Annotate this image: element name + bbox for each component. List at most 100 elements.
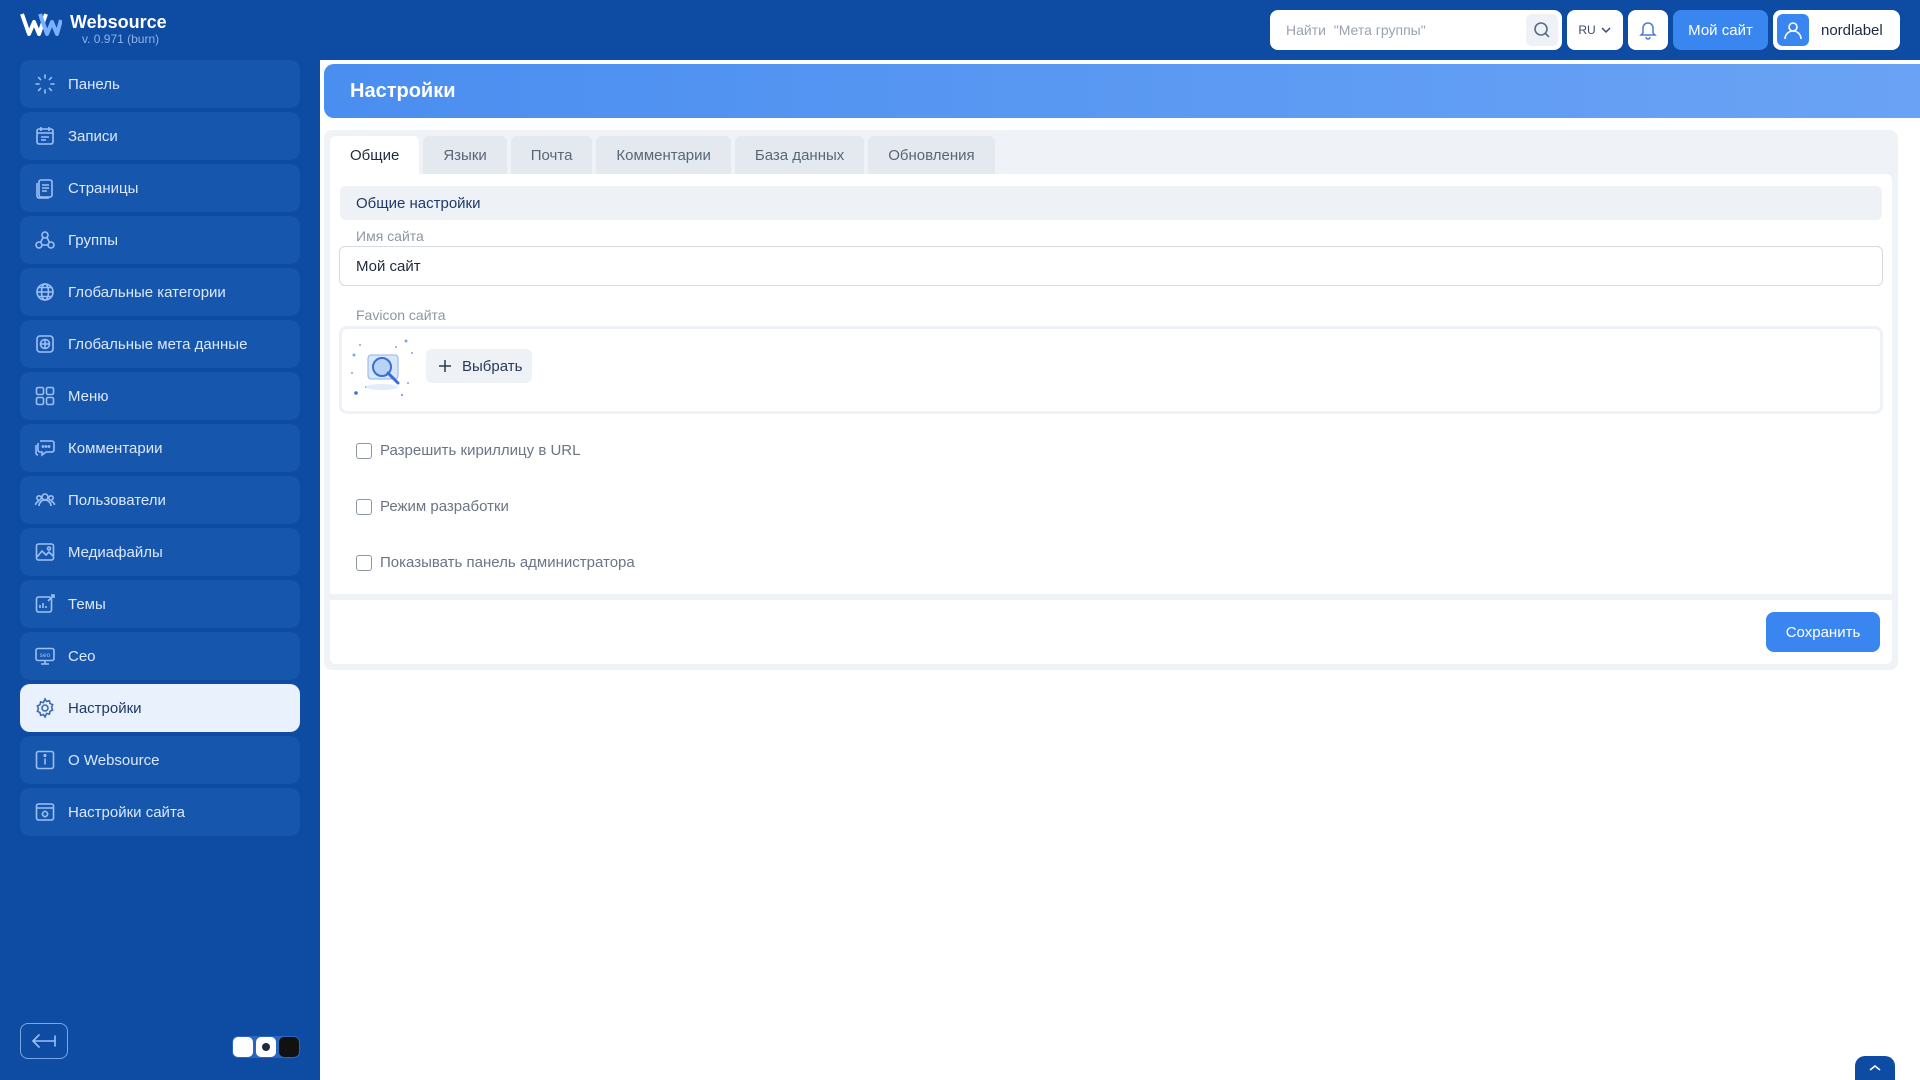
- pages-icon: [34, 177, 56, 199]
- user-menu[interactable]: nordlabel: [1773, 10, 1900, 50]
- sidebar-item-label: Настройки: [68, 699, 142, 717]
- sidebar-item-label: Темы: [68, 595, 106, 613]
- theme-light-option[interactable]: [233, 1037, 253, 1057]
- language-value: RU: [1578, 23, 1596, 37]
- sidebar-item-global-categories[interactable]: Глобальные категории: [20, 268, 300, 316]
- my-site-label: Мой сайт: [1688, 21, 1753, 39]
- tab-general[interactable]: Общие: [330, 136, 420, 174]
- checkbox-label: Режим разработки: [380, 498, 509, 515]
- posts-icon: [34, 125, 56, 147]
- tab-mail[interactable]: Почта: [510, 136, 593, 174]
- sidebar-item-about[interactable]: О Websource: [20, 736, 300, 784]
- global-categories-icon: [34, 281, 56, 303]
- sidebar-item-label: Группы: [68, 231, 118, 249]
- notifications-button[interactable]: [1628, 10, 1668, 50]
- sidebar-item-label: Сео: [68, 647, 96, 665]
- info-icon: [34, 749, 56, 771]
- my-site-button[interactable]: Мой сайт: [1673, 10, 1768, 50]
- scroll-to-top-button[interactable]: [1855, 1056, 1895, 1080]
- form-footer: Сохранить: [330, 600, 1892, 664]
- sidebar-item-label: Комментарии: [68, 439, 163, 457]
- avatar: [1777, 14, 1809, 46]
- checkbox-row-dev-mode[interactable]: Режим разработки: [356, 498, 509, 515]
- chevron-down-icon: [1601, 27, 1611, 34]
- language-select[interactable]: RU: [1567, 10, 1623, 50]
- sidebar-item-themes[interactable]: Темы: [20, 580, 300, 628]
- seo-icon: seo: [34, 645, 56, 667]
- choose-label: Выбрать: [462, 357, 523, 375]
- general-settings-panel: Общие настройки Имя сайта Мой сайт Favic…: [330, 174, 1892, 594]
- favicon-field: Выбрать: [339, 326, 1883, 414]
- save-button[interactable]: Сохранить: [1766, 612, 1880, 652]
- logo-text: Websource v. 0.971 (burn): [70, 12, 167, 46]
- sidebar-nav: Панель Записи Страницы Группы Глобальные…: [20, 60, 300, 840]
- sidebar-item-seo[interactable]: seo Сео: [20, 632, 300, 680]
- theme-auto-option[interactable]: [256, 1037, 276, 1057]
- users-icon: [34, 489, 56, 511]
- chevron-up-icon: [1869, 1065, 1881, 1071]
- global-meta-icon: [34, 333, 56, 355]
- tab-comments[interactable]: Комментарии: [596, 136, 731, 174]
- arrow-left-icon: [31, 1034, 56, 1048]
- dashboard-icon: [34, 73, 56, 95]
- checkbox-row-admin-bar[interactable]: Показывать панель администратора: [356, 554, 635, 571]
- sidebar-item-dashboard[interactable]: Панель: [20, 60, 300, 108]
- search-input[interactable]: [1286, 22, 1516, 38]
- bell-icon: [1639, 22, 1657, 40]
- theme-dark-option[interactable]: [279, 1037, 299, 1057]
- theme-switcher[interactable]: [232, 1036, 300, 1058]
- search-box: [1270, 10, 1562, 50]
- checkbox-dev-mode[interactable]: [356, 498, 372, 515]
- sidebar-item-media[interactable]: Медиафайлы: [20, 528, 300, 576]
- collapse-sidebar-button[interactable]: [20, 1023, 68, 1059]
- sidebar-item-settings[interactable]: Настройки: [20, 684, 300, 732]
- sidebar-item-label: Настройки сайта: [68, 803, 185, 821]
- site-name-input[interactable]: Мой сайт: [339, 246, 1883, 286]
- sidebar-item-label: Меню: [68, 387, 109, 405]
- tab-database[interactable]: База данных: [734, 136, 865, 174]
- logo[interactable]: Websource v. 0.971 (burn): [20, 12, 167, 46]
- checkbox-row-cyrillic[interactable]: Разрешить кириллицу в URL: [356, 442, 580, 459]
- selected-dot-icon: [262, 1043, 270, 1051]
- search-button[interactable]: [1526, 14, 1558, 46]
- sidebar-item-label: Глобальные категории: [68, 283, 226, 301]
- sidebar-item-label: О Websource: [68, 751, 160, 769]
- username: nordlabel: [1821, 21, 1883, 39]
- section-title: Общие настройки: [340, 186, 1882, 220]
- tab-updates[interactable]: Обновления: [868, 136, 995, 174]
- favicon-label: Favicon сайта: [356, 307, 446, 323]
- sidebar-item-label: Глобальные мета данные: [68, 335, 248, 353]
- tab-languages[interactable]: Языки: [423, 136, 507, 174]
- app-root: Websource v. 0.971 (burn) Панель Записи …: [0, 0, 1920, 1080]
- sidebar-item-label: Записи: [68, 127, 118, 145]
- sidebar-item-posts[interactable]: Записи: [20, 112, 300, 160]
- sidebar-item-label: Медиафайлы: [68, 543, 163, 561]
- sidebar-item-pages[interactable]: Страницы: [20, 164, 300, 212]
- search-icon: [1534, 22, 1550, 38]
- sidebar-item-label: Пользователи: [68, 491, 166, 509]
- site-settings-icon: [34, 801, 56, 823]
- settings-card: Общие Языки Почта Комментарии База данны…: [324, 130, 1898, 670]
- favicon-preview-image: [351, 339, 413, 397]
- app-name: Websource: [70, 12, 167, 32]
- checkbox-label: Разрешить кириллицу в URL: [380, 442, 581, 459]
- settings-tabs: Общие Языки Почта Комментарии База данны…: [330, 136, 999, 174]
- sidebar-item-comments[interactable]: Комментарии: [20, 424, 300, 472]
- menu-grid-icon: [34, 385, 56, 407]
- main-content: Настройки Общие Языки Почта Комментарии …: [320, 60, 1920, 1080]
- svg-text:seo: seo: [40, 652, 51, 659]
- sidebar-item-site-settings[interactable]: Настройки сайта: [20, 788, 300, 836]
- checkbox-cyrillic-url[interactable]: [356, 442, 372, 459]
- sidebar-item-global-meta[interactable]: Глобальные мета данные: [20, 320, 300, 368]
- choose-favicon-button[interactable]: Выбрать: [426, 349, 532, 383]
- groups-icon: [34, 229, 56, 251]
- sidebar-item-menu[interactable]: Меню: [20, 372, 300, 420]
- sidebar-item-users[interactable]: Пользователи: [20, 476, 300, 524]
- site-name-label: Имя сайта: [356, 228, 424, 244]
- checkbox-admin-bar[interactable]: [356, 554, 372, 571]
- sidebar-item-groups[interactable]: Группы: [20, 216, 300, 264]
- checkbox-label: Показывать панель администратора: [380, 554, 635, 571]
- websource-logo-icon: [20, 13, 62, 36]
- plus-icon: [439, 360, 451, 372]
- sidebar-item-label: Панель: [68, 75, 120, 93]
